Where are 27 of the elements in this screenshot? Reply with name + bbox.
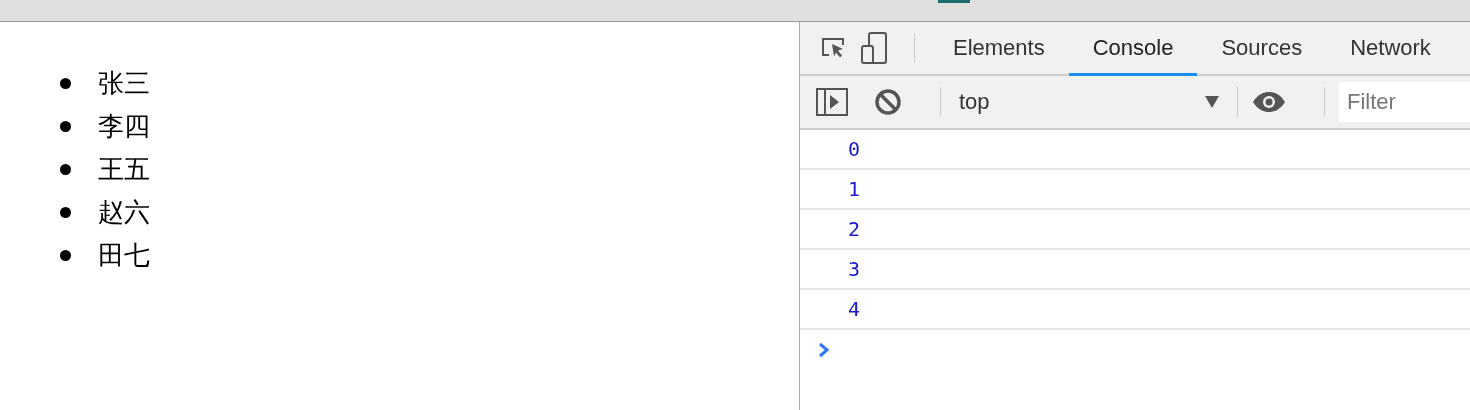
bullet-icon: [60, 77, 71, 89]
eye-icon[interactable]: [1252, 91, 1286, 113]
list-item: 李四: [98, 109, 150, 143]
devtools-tab[interactable]: Elements: [929, 23, 1069, 76]
bullet-icon: [60, 163, 71, 175]
devtools-tab[interactable]: Sources: [1197, 23, 1327, 76]
console-output: 4: [848, 297, 861, 321]
sidebar-toggle-icon[interactable]: [816, 88, 848, 116]
filter-field[interactable]: Filter: [1339, 82, 1470, 122]
console-output: 1: [848, 177, 861, 201]
console-output: 2: [848, 217, 861, 241]
caret-icon: [1205, 96, 1219, 108]
list-item: 赵六: [98, 195, 150, 229]
tab-indicator: [938, 0, 970, 3]
list-item: 张三: [98, 66, 150, 100]
console-output: 3: [848, 257, 861, 281]
context-dropdown[interactable]: top: [955, 89, 1225, 115]
list-item: 田七: [98, 238, 150, 272]
prompt-icon[interactable]: [818, 342, 830, 358]
bullet-icon: [60, 120, 71, 132]
device-icon[interactable]: [860, 31, 890, 65]
bullet-icon: [60, 206, 71, 218]
clear-icon[interactable]: [874, 88, 902, 116]
bullet-icon: [60, 249, 71, 261]
console-output: 0: [848, 137, 861, 161]
devtools-tab[interactable]: Network: [1326, 23, 1455, 76]
list-item: 王五: [98, 152, 150, 186]
